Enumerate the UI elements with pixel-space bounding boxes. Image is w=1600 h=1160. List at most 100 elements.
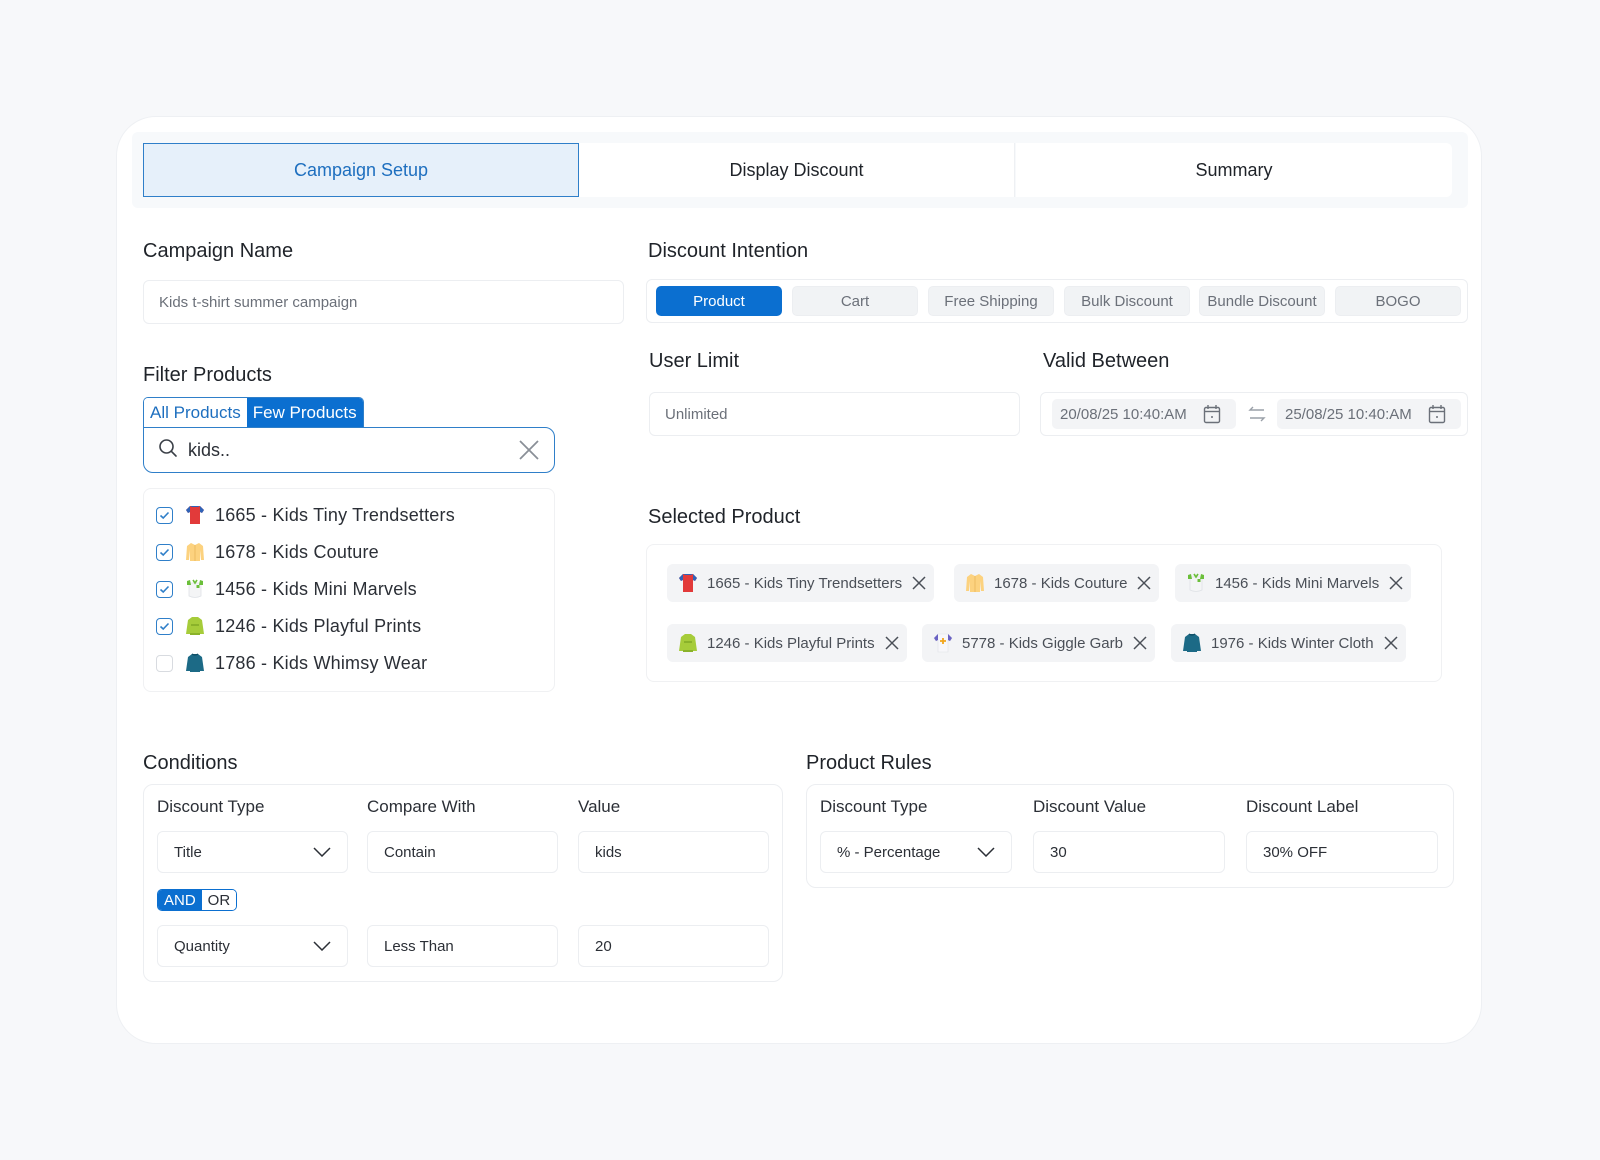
list-item[interactable]: 1665 - Kids Tiny Trendsetters [156,501,455,529]
intent-cart-button[interactable]: Cart [792,286,918,316]
product-label: 1786 - Kids Whimsy Wear [215,652,428,673]
conditions-label: Conditions [143,752,238,774]
selected-chip: 5778 - Kids Giggle Garb [922,624,1155,662]
rule-discount-type-select[interactable]: % - Percentage [820,831,1012,873]
condition-2-value-text: 20 [595,937,612,955]
intent-bogo-button[interactable]: BOGO [1335,286,1461,316]
rule-discount-label-input[interactable]: 30% OFF [1246,831,1438,873]
checkbox-checked[interactable] [156,617,173,635]
condition-2-type-value: Quantity [174,937,230,955]
chip-label: 1678 - Kids Couture [994,574,1128,592]
user-limit-input[interactable]: Unlimited [649,392,1020,436]
white-green-shirt-icon [1183,570,1209,596]
condition-1-type-select[interactable]: Title [157,831,348,873]
valid-between-label: Valid Between [1043,350,1170,372]
product-search-input[interactable]: kids.. [143,427,555,473]
checkbox-unchecked[interactable] [156,654,173,672]
few-products-toggle[interactable]: Few Products [246,398,363,427]
calendar-icon[interactable] [1203,404,1221,424]
condition-2-value-input[interactable]: 20 [578,925,769,967]
filter-products-label: Filter Products [143,364,272,386]
remove-chip-icon[interactable] [1389,576,1403,590]
rule-discount-value-input[interactable]: 30 [1033,831,1225,873]
condition-2-type-select[interactable]: Quantity [157,925,348,967]
col-rule-discount-value: Discount Value [1033,797,1147,816]
clear-search-icon[interactable] [518,439,540,461]
list-item[interactable]: 1456 - Kids Mini Marvels [156,575,417,603]
and-or-toggle: AND OR [157,889,238,911]
selected-chip: 1665 - Kids Tiny Trendsetters [667,564,935,602]
all-products-toggle[interactable]: All Products [144,398,247,427]
rule-discount-value-text: 30 [1050,843,1067,861]
tab-summary[interactable]: Summary [1016,143,1452,197]
swap-arrows-icon[interactable] [1247,404,1267,424]
product-label: 1246 - Kids Playful Prints [215,615,422,636]
col-compare-with: Compare With [367,797,476,816]
white-purple-tshirt-icon [930,630,956,656]
end-date-input[interactable]: 25/08/25 10:40:AM [1277,399,1461,429]
product-results-list: 1665 - Kids Tiny Trendsetters 1678 - Kid… [143,488,555,692]
white-green-shirt-icon [182,576,208,602]
checkbox-checked[interactable] [156,506,173,524]
col-value: Value [578,797,621,816]
tab-campaign-setup[interactable]: Campaign Setup [143,143,579,197]
condition-1-compare-value: Contain [384,843,436,861]
campaign-name-input[interactable]: Kids t-shirt summer campaign [143,280,624,324]
search-icon [158,438,178,463]
condition-1-value-input[interactable]: kids [578,831,769,873]
intent-bundle-discount-button[interactable]: Bundle Discount [1199,286,1325,316]
intent-free-shipping-button[interactable]: Free Shipping [928,286,1054,316]
intent-bulk-discount-button[interactable]: Bulk Discount [1064,286,1190,316]
checkbox-checked[interactable] [156,543,173,561]
search-query: kids.. [188,439,231,460]
chip-label: 1246 - Kids Playful Prints [707,634,875,652]
rule-discount-type-value: % - Percentage [837,843,941,861]
intent-product-button[interactable]: Product [656,286,782,316]
campaign-name-label: Campaign Name [143,240,294,262]
red-tshirt-icon [182,502,208,528]
condition-1-compare-input[interactable]: Contain [367,831,558,873]
remove-chip-icon[interactable] [1137,576,1151,590]
chip-label: 5778 - Kids Giggle Garb [962,634,1123,652]
or-option[interactable]: OR [201,890,237,910]
remove-chip-icon[interactable] [1384,636,1398,650]
chip-label: 1665 - Kids Tiny Trendsetters [707,574,903,592]
user-limit-label: User Limit [649,350,740,372]
selected-chip: 1678 - Kids Couture [954,564,1160,602]
remove-chip-icon[interactable] [885,636,899,650]
start-date-value: 20/08/25 10:40:AM [1060,405,1187,423]
condition-1-value-text: kids [595,843,622,861]
chip-label: 1456 - Kids Mini Marvels [1215,574,1380,592]
rule-discount-label-text: 30% OFF [1263,843,1328,861]
product-label: 1678 - Kids Couture [215,541,379,562]
remove-chip-icon[interactable] [912,576,926,590]
green-sweater-icon [675,630,701,656]
tab-display-discount[interactable]: Display Discount [579,143,1015,197]
product-rules-label: Product Rules [806,752,932,774]
condition-2-compare-input[interactable]: Less Than [367,925,558,967]
list-item[interactable]: 1246 - Kids Playful Prints [156,612,421,640]
checkbox-checked[interactable] [156,580,173,598]
list-item[interactable]: 1786 - Kids Whimsy Wear [156,649,427,677]
teal-sweater-icon [182,650,208,676]
yellow-shirt-icon [962,570,988,596]
list-item[interactable]: 1678 - Kids Couture [156,538,379,566]
and-option[interactable]: AND [158,890,202,910]
start-date-input[interactable]: 20/08/25 10:40:AM [1052,399,1236,429]
selected-product-label: Selected Product [648,506,801,528]
col-rule-discount-label: Discount Label [1246,797,1359,816]
selected-chip: 1976 - Kids Winter Cloth [1171,624,1406,662]
product-label: 1665 - Kids Tiny Trendsetters [215,504,455,525]
end-date-value: 25/08/25 10:40:AM [1285,405,1412,423]
chevron-down-icon [313,847,331,857]
condition-2-compare-value: Less Than [384,937,454,955]
discount-intention-label: Discount Intention [648,240,809,262]
yellow-shirt-icon [182,539,208,565]
chevron-down-icon [313,941,331,951]
red-tshirt-icon [675,570,701,596]
filter-toggle: All Products Few Products [143,397,364,427]
col-rule-discount-type: Discount Type [820,797,928,816]
calendar-icon[interactable] [1428,404,1446,424]
remove-chip-icon[interactable] [1133,636,1147,650]
green-sweater-icon [182,613,208,639]
